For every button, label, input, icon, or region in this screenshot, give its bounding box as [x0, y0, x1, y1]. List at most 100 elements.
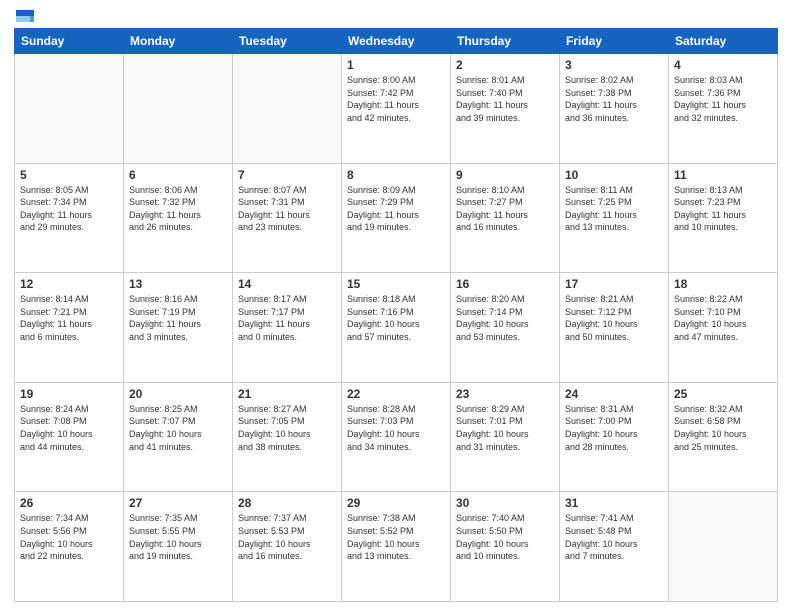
day-info: Sunrise: 7:41 AM Sunset: 5:48 PM Dayligh…: [565, 512, 663, 562]
calendar-cell: [15, 54, 124, 164]
calendar-cell: 31 Sunrise: 7:41 AM Sunset: 5:48 PM Dayli…: [560, 492, 669, 602]
calendar-week-3: 12 Sunrise: 8:14 AM Sunset: 7:21 PM Dayli…: [15, 273, 778, 383]
calendar-cell: 3Sunrise: 8:02 AM Sunset: 7:38 PM Daylig…: [560, 54, 669, 164]
day-info: Sunrise: 8:20 AM Sunset: 7:14 PM Dayligh…: [456, 293, 554, 343]
day-info: Sunrise: 8:00 AM Sunset: 7:42 PM Dayligh…: [347, 74, 445, 124]
day-number: 1: [347, 58, 445, 72]
calendar-week-2: 5Sunrise: 8:05 AM Sunset: 7:34 PM Daylig…: [15, 163, 778, 273]
day-info: Sunrise: 8:09 AM Sunset: 7:29 PM Dayligh…: [347, 184, 445, 234]
calendar-cell: 14 Sunrise: 8:17 AM Sunset: 7:17 PM Dayli…: [233, 273, 342, 383]
day-number: 28: [238, 496, 336, 510]
calendar-cell: 25 Sunrise: 8:32 AM Sunset: 6:58 PM Dayli…: [669, 382, 778, 492]
calendar-header-row: SundayMondayTuesdayWednesdayThursdayFrid…: [15, 29, 778, 54]
page: SundayMondayTuesdayWednesdayThursdayFrid…: [0, 0, 792, 612]
day-info: Sunrise: 8:21 AM Sunset: 7:12 PM Dayligh…: [565, 293, 663, 343]
day-info: Sunrise: 8:28 AM Sunset: 7:03 PM Dayligh…: [347, 403, 445, 453]
calendar-cell: 11 Sunrise: 8:13 AM Sunset: 7:23 PM Dayli…: [669, 163, 778, 273]
day-number: 16: [456, 277, 554, 291]
calendar-cell: 15 Sunrise: 8:18 AM Sunset: 7:16 PM Dayli…: [342, 273, 451, 383]
day-info: Sunrise: 7:37 AM Sunset: 5:53 PM Dayligh…: [238, 512, 336, 562]
calendar-cell: 20 Sunrise: 8:25 AM Sunset: 7:07 PM Dayli…: [124, 382, 233, 492]
day-number: 22: [347, 387, 445, 401]
day-info: Sunrise: 8:32 AM Sunset: 6:58 PM Dayligh…: [674, 403, 772, 453]
day-number: 21: [238, 387, 336, 401]
calendar-header-monday: Monday: [124, 29, 233, 54]
day-number: 13: [129, 277, 227, 291]
calendar-cell: 9Sunrise: 8:10 AM Sunset: 7:27 PM Daylig…: [451, 163, 560, 273]
day-info: Sunrise: 7:35 AM Sunset: 5:55 PM Dayligh…: [129, 512, 227, 562]
day-info: Sunrise: 8:27 AM Sunset: 7:05 PM Dayligh…: [238, 403, 336, 453]
day-info: Sunrise: 8:17 AM Sunset: 7:17 PM Dayligh…: [238, 293, 336, 343]
calendar-cell: 5Sunrise: 8:05 AM Sunset: 7:34 PM Daylig…: [15, 163, 124, 273]
logo-flag-icon: [16, 10, 34, 22]
day-number: 7: [238, 168, 336, 182]
day-number: 15: [347, 277, 445, 291]
calendar-header-sunday: Sunday: [15, 29, 124, 54]
calendar-header-wednesday: Wednesday: [342, 29, 451, 54]
calendar-week-4: 19 Sunrise: 8:24 AM Sunset: 7:08 PM Dayli…: [15, 382, 778, 492]
day-info: Sunrise: 8:02 AM Sunset: 7:38 PM Dayligh…: [565, 74, 663, 124]
day-info: Sunrise: 8:14 AM Sunset: 7:21 PM Dayligh…: [20, 293, 118, 343]
calendar-cell: 8 Sunrise: 8:09 AM Sunset: 7:29 PM Daylig…: [342, 163, 451, 273]
day-info: Sunrise: 8:18 AM Sunset: 7:16 PM Dayligh…: [347, 293, 445, 343]
day-number: 14: [238, 277, 336, 291]
calendar-cell: [124, 54, 233, 164]
day-info: Sunrise: 8:07 AM Sunset: 7:31 PM Dayligh…: [238, 184, 336, 234]
day-number: 31: [565, 496, 663, 510]
day-number: 30: [456, 496, 554, 510]
day-number: 29: [347, 496, 445, 510]
day-number: 9: [456, 168, 554, 182]
day-info: Sunrise: 8:25 AM Sunset: 7:07 PM Dayligh…: [129, 403, 227, 453]
calendar-cell: 7 Sunrise: 8:07 AM Sunset: 7:31 PM Daylig…: [233, 163, 342, 273]
calendar-header-saturday: Saturday: [669, 29, 778, 54]
day-info: Sunrise: 8:22 AM Sunset: 7:10 PM Dayligh…: [674, 293, 772, 343]
calendar-cell: 30 Sunrise: 7:40 AM Sunset: 5:50 PM Dayli…: [451, 492, 560, 602]
calendar-week-1: 1 Sunrise: 8:00 AM Sunset: 7:42 PM Daylig…: [15, 54, 778, 164]
day-number: 26: [20, 496, 118, 510]
day-number: 8: [347, 168, 445, 182]
calendar-cell: 13Sunrise: 8:16 AM Sunset: 7:19 PM Dayli…: [124, 273, 233, 383]
calendar-cell: 12 Sunrise: 8:14 AM Sunset: 7:21 PM Dayli…: [15, 273, 124, 383]
day-info: Sunrise: 8:01 AM Sunset: 7:40 PM Dayligh…: [456, 74, 554, 124]
day-number: 10: [565, 168, 663, 182]
day-number: 24: [565, 387, 663, 401]
calendar-cell: 1 Sunrise: 8:00 AM Sunset: 7:42 PM Daylig…: [342, 54, 451, 164]
day-info: Sunrise: 8:24 AM Sunset: 7:08 PM Dayligh…: [20, 403, 118, 453]
header: [14, 10, 778, 22]
day-number: 6: [129, 168, 227, 182]
day-info: Sunrise: 7:34 AM Sunset: 5:56 PM Dayligh…: [20, 512, 118, 562]
day-info: Sunrise: 8:31 AM Sunset: 7:00 PM Dayligh…: [565, 403, 663, 453]
calendar-header-tuesday: Tuesday: [233, 29, 342, 54]
day-info: Sunrise: 8:03 AM Sunset: 7:36 PM Dayligh…: [674, 74, 772, 124]
day-info: Sunrise: 8:13 AM Sunset: 7:23 PM Dayligh…: [674, 184, 772, 234]
day-number: 11: [674, 168, 772, 182]
day-info: Sunrise: 8:06 AM Sunset: 7:32 PM Dayligh…: [129, 184, 227, 234]
calendar-cell: 10 Sunrise: 8:11 AM Sunset: 7:25 PM Dayli…: [560, 163, 669, 273]
day-number: 20: [129, 387, 227, 401]
calendar-header-friday: Friday: [560, 29, 669, 54]
day-number: 2: [456, 58, 554, 72]
day-number: 17: [565, 277, 663, 291]
day-number: 27: [129, 496, 227, 510]
calendar-cell: 24 Sunrise: 8:31 AM Sunset: 7:00 PM Dayli…: [560, 382, 669, 492]
day-info: Sunrise: 8:29 AM Sunset: 7:01 PM Dayligh…: [456, 403, 554, 453]
calendar-cell: 4 Sunrise: 8:03 AM Sunset: 7:36 PM Daylig…: [669, 54, 778, 164]
day-number: 5: [20, 168, 118, 182]
calendar-week-5: 26 Sunrise: 7:34 AM Sunset: 5:56 PM Dayli…: [15, 492, 778, 602]
calendar-cell: 28 Sunrise: 7:37 AM Sunset: 5:53 PM Dayli…: [233, 492, 342, 602]
day-number: 25: [674, 387, 772, 401]
day-number: 4: [674, 58, 772, 72]
day-number: 18: [674, 277, 772, 291]
calendar-cell: 17 Sunrise: 8:21 AM Sunset: 7:12 PM Dayli…: [560, 273, 669, 383]
day-info: Sunrise: 8:11 AM Sunset: 7:25 PM Dayligh…: [565, 184, 663, 234]
day-number: 12: [20, 277, 118, 291]
day-number: 19: [20, 387, 118, 401]
calendar-cell: 21 Sunrise: 8:27 AM Sunset: 7:05 PM Dayli…: [233, 382, 342, 492]
calendar-cell: 2 Sunrise: 8:01 AM Sunset: 7:40 PM Daylig…: [451, 54, 560, 164]
calendar-cell: 23Sunrise: 8:29 AM Sunset: 7:01 PM Dayli…: [451, 382, 560, 492]
calendar-cell: 19 Sunrise: 8:24 AM Sunset: 7:08 PM Dayli…: [15, 382, 124, 492]
calendar-cell: [669, 492, 778, 602]
calendar-cell: 22 Sunrise: 8:28 AM Sunset: 7:03 PM Dayli…: [342, 382, 451, 492]
calendar-cell: 6 Sunrise: 8:06 AM Sunset: 7:32 PM Daylig…: [124, 163, 233, 273]
day-info: Sunrise: 7:40 AM Sunset: 5:50 PM Dayligh…: [456, 512, 554, 562]
